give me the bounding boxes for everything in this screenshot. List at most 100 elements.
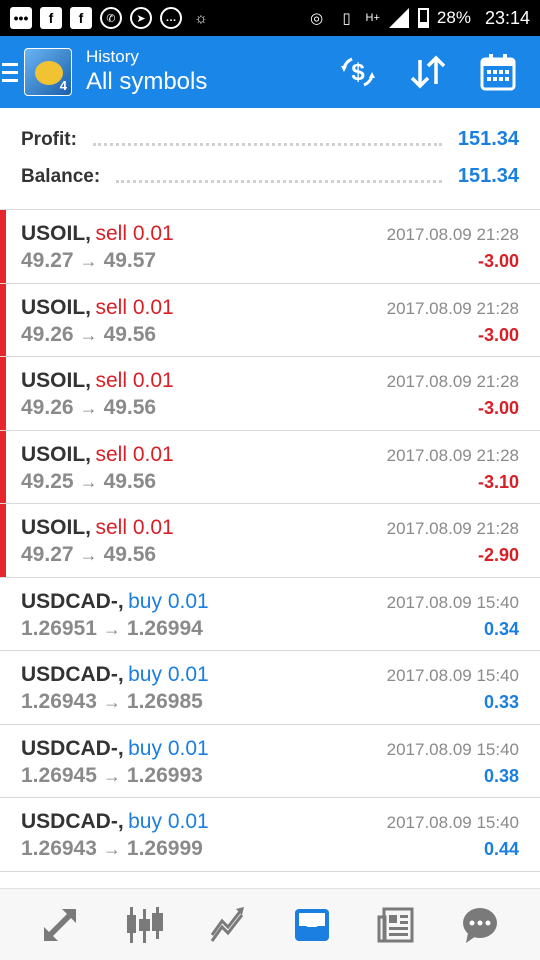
header-title[interactable]: All symbols (86, 67, 338, 97)
close-price: 1.26993 (126, 763, 203, 787)
trade-history-list: USOIL, sell 0.01 2017.08.09 21:28 49.27 → 4… (0, 210, 540, 872)
trade-symbol: USOIL, (21, 516, 92, 539)
sell-indicator (0, 210, 6, 283)
sell-indicator (0, 504, 6, 577)
balance-label: Balance: (21, 165, 101, 187)
trade-time: 2017.08.09 21:28 (386, 298, 519, 318)
profit-value: 151.34 (457, 128, 519, 150)
list-item[interactable]: USOIL, sell 0.01 2017.08.09 21:28 49.27 → 4… (0, 210, 540, 284)
arrow-right-icon: → (79, 324, 98, 345)
battery-percent: 28% (436, 8, 471, 27)
dotted-leader (92, 134, 442, 146)
trade-time: 2017.08.09 21:28 (386, 372, 519, 391)
trade-profit: 0.44 (483, 839, 519, 859)
balance-value: 151.34 (457, 165, 519, 187)
trade-profit: -3.00 (477, 398, 519, 418)
account-summary: Profit: 151.34 Balance: 151.34 (0, 108, 540, 210)
network-type: H+ (365, 12, 380, 24)
trade-profit: -3.00 (477, 324, 519, 345)
sell-indicator (0, 283, 6, 356)
currency-exchange-icon[interactable]: $ (338, 52, 378, 92)
sell-indicator (0, 357, 6, 430)
status-bar: ••• f f ✆ ➤ … ☼ ◎ ▯ H+ 28% 23:14 (0, 0, 540, 36)
close-price: 49.57 (103, 249, 157, 272)
messages-icon[interactable] (450, 895, 510, 955)
close-price: 49.56 (103, 469, 157, 493)
header-titles: History All symbols (86, 47, 338, 97)
arrow-right-icon: → (79, 398, 98, 418)
bulb-icon: ☼ (194, 9, 208, 27)
trade-symbol: USOIL, (21, 295, 92, 319)
sell-indicator (0, 430, 6, 503)
profit-row: Profit: 151.34 (21, 121, 519, 158)
trade-time: 2017.08.09 21:28 (386, 445, 519, 465)
open-price: 49.26 (21, 396, 74, 419)
trade-time: 2017.08.09 21:28 (386, 519, 519, 538)
arrow-right-icon: → (102, 765, 121, 786)
open-price: 1.26943 (21, 690, 97, 713)
open-price: 1.26945 (21, 763, 97, 787)
balance-row: Balance: 151.34 (21, 158, 519, 195)
list-item[interactable]: USDCAD-, buy 0.01 2017.08.09 15:40 1.2694… (0, 651, 540, 725)
hotspot-icon: ◎ (310, 10, 324, 27)
close-price: 1.26999 (126, 837, 203, 860)
close-price: 49.56 (103, 396, 157, 419)
close-price: 49.56 (103, 322, 157, 346)
trade-time: 2017.08.09 15:40 (386, 666, 519, 685)
arrow-right-icon: → (79, 545, 98, 565)
trade-symbol: USDCAD-, (21, 810, 124, 833)
list-item[interactable]: USOIL, sell 0.01 2017.08.09 21:28 49.25 → 4… (0, 430, 540, 504)
message-icon: ••• (10, 7, 32, 29)
arrow-right-icon: → (102, 618, 121, 639)
trade-type: sell 0.01 (95, 442, 174, 466)
trade-profit: -3.10 (477, 471, 519, 492)
trade-type: buy 0.01 (128, 810, 209, 833)
trade-symbol: USOIL, (21, 369, 92, 392)
open-price: 49.27 (21, 249, 74, 272)
bottom-nav (0, 888, 540, 960)
list-item[interactable]: USDCAD-, buy 0.01 2017.08.09 15:40 1.2695… (0, 578, 540, 651)
chart-icon[interactable] (114, 895, 174, 955)
trade-profit: -2.90 (477, 545, 519, 565)
facebook-icon: f (70, 7, 92, 29)
trade-time: 2017.08.09 21:28 (386, 225, 519, 244)
battery-icon (417, 8, 429, 28)
close-price: 1.26985 (126, 690, 203, 713)
sort-icon[interactable] (408, 52, 448, 92)
trade-symbol: USDCAD-, (21, 589, 124, 613)
list-item[interactable]: USDCAD-, buy 0.01 2017.08.09 15:40 1.2694… (0, 798, 540, 872)
trade-type: buy 0.01 (128, 663, 209, 686)
menu-icon[interactable] (2, 62, 18, 82)
trade-profit: -3.00 (477, 251, 519, 271)
dotted-leader (116, 171, 442, 183)
history-icon[interactable] (282, 895, 342, 955)
app-bar: History All symbols $ (0, 36, 540, 108)
trade-symbol: USOIL, (21, 222, 92, 245)
clock: 23:14 (484, 7, 530, 28)
trade-symbol: USDCAD-, (21, 736, 124, 760)
telegram-icon: ➤ (130, 7, 152, 29)
trade-icon[interactable] (198, 895, 258, 955)
header-subtitle: History (86, 47, 139, 66)
facebook-icon: f (40, 7, 62, 29)
trade-profit: 0.38 (483, 765, 519, 786)
list-item[interactable]: USOIL, sell 0.01 2017.08.09 21:28 49.26 → 4… (0, 357, 540, 431)
arrow-right-icon: → (79, 251, 98, 271)
arrow-right-icon: → (79, 471, 98, 492)
trade-symbol: USOIL, (21, 442, 92, 466)
vibrate-icon: ▯ (342, 10, 351, 27)
list-item[interactable]: USOIL, sell 0.01 2017.08.09 21:28 49.27 → 4… (0, 504, 540, 578)
trade-type: buy 0.01 (128, 589, 209, 613)
quotes-icon[interactable] (30, 895, 90, 955)
calendar-icon[interactable] (478, 52, 518, 92)
close-price: 49.56 (103, 543, 157, 566)
trade-type: buy 0.01 (128, 736, 209, 760)
signal-icon (388, 7, 410, 29)
list-item[interactable]: USOIL, sell 0.01 2017.08.09 21:28 49.26 → 4… (0, 283, 540, 357)
open-price: 49.25 (21, 469, 74, 493)
list-item[interactable]: USDCAD-, buy 0.01 2017.08.09 15:40 1.2694… (0, 725, 540, 798)
profit-label: Profit: (21, 128, 77, 150)
trade-time: 2017.08.09 15:40 (386, 813, 519, 832)
news-icon[interactable] (366, 895, 426, 955)
open-price: 1.26951 (21, 616, 97, 640)
